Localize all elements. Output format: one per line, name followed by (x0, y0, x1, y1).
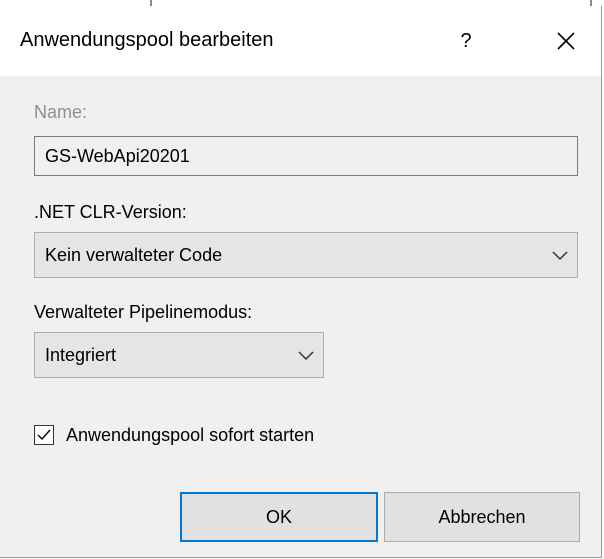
pipeline-mode-value: Integriert (45, 345, 117, 365)
clr-version-value: Kein verwalteter Code (45, 245, 223, 265)
dialog-title: Anwendungspool bearbeiten (20, 29, 274, 51)
start-immediately-label: Anwendungspool sofort starten (66, 424, 315, 445)
start-immediately-option[interactable]: Anwendungspool sofort starten (34, 422, 314, 448)
clr-version-label: .NET CLR-Version: (34, 202, 187, 222)
pipeline-mode-label: Verwalteter Pipelinemodus: (34, 302, 253, 322)
name-field[interactable]: GS-WebApi20201 (34, 136, 578, 176)
start-immediately-checkbox[interactable] (34, 425, 54, 445)
checkmark-icon (37, 429, 51, 441)
pipeline-mode-select[interactable]: Integriert (34, 332, 324, 378)
cancel-button[interactable]: Abbrechen (384, 492, 580, 542)
chevron-down-icon (552, 251, 568, 261)
chevron-down-icon (298, 351, 314, 361)
edit-app-pool-dialog: Anwendungspool bearbeiten ? Name: GS-Web… (0, 6, 602, 558)
dialog-titlebar: Anwendungspool bearbeiten ? (0, 6, 601, 76)
close-icon (557, 32, 575, 50)
close-button[interactable] (538, 18, 594, 64)
screen: Anwendungspool bearbeiten ? Name: GS-Web… (0, 0, 604, 559)
ok-button[interactable]: OK (180, 492, 378, 542)
name-label: Name: (34, 102, 88, 122)
clr-version-select[interactable]: Kein verwalteter Code (34, 232, 578, 278)
help-button[interactable]: ? (440, 18, 492, 64)
